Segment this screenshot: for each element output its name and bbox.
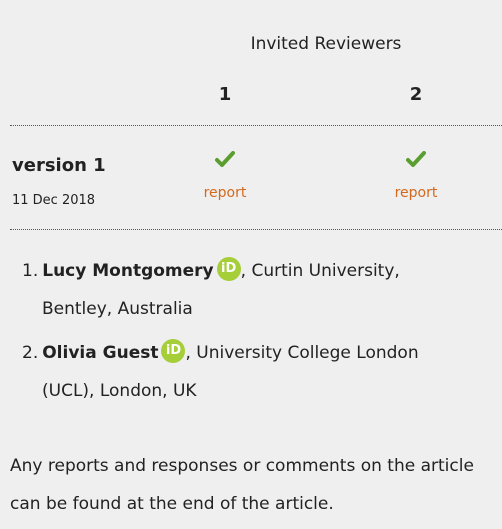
version-label: version 1	[12, 155, 106, 176]
reviewer-item: 1. Lucy Montgomery iD, Curtin University, …	[22, 252, 492, 328]
report-link-reviewer-1[interactable]: report	[185, 185, 265, 201]
check-icon	[205, 151, 245, 171]
reviewer-affiliation-cont: Bentley, Australia	[42, 299, 193, 319]
reviewer-column-1: 1	[218, 84, 232, 105]
reviewer-item: 2. Olivia Guest iD, University College Lon…	[22, 334, 492, 410]
divider	[10, 229, 502, 230]
reviewer-list: 1. Lucy Montgomery iD, Curtin University, …	[22, 252, 492, 416]
reviewer-affiliation: , University College London	[185, 343, 419, 363]
invited-reviewers-title: Invited Reviewers	[250, 34, 402, 54]
reviewer-affiliation-cont: (UCL), London, UK	[42, 381, 197, 401]
reviewer-name: Olivia Guest	[42, 343, 159, 363]
version-date: 11 Dec 2018	[12, 193, 96, 208]
reviewer-number: 1.	[22, 261, 39, 281]
reviewer-affiliation: , Curtin University,	[240, 261, 400, 281]
report-link-reviewer-2[interactable]: report	[376, 185, 456, 201]
reviewer-status-panel: Invited Reviewers 1 2 version 1 11 Dec 2…	[0, 0, 502, 529]
reviewer-number: 2.	[22, 343, 39, 363]
orcid-icon[interactable]: iD	[216, 257, 241, 281]
reports-note: Any reports and responses or comments on…	[10, 456, 474, 514]
reviewer-column-2: 2	[409, 84, 423, 105]
check-icon	[396, 151, 436, 171]
reviewer-name: Lucy Montgomery	[42, 261, 214, 281]
divider	[10, 125, 502, 126]
orcid-icon[interactable]: iD	[161, 339, 186, 363]
